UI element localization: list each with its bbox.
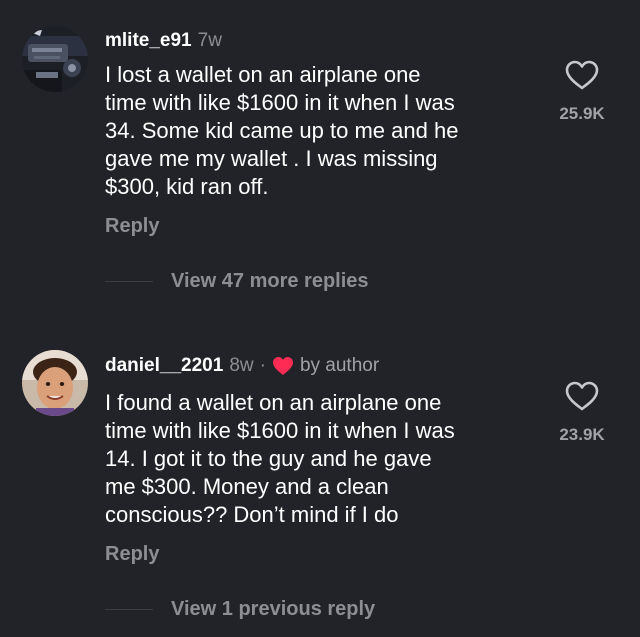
reply-button[interactable]: Reply [105, 543, 159, 566]
comment-text: I found a wallet on an airplane one time… [105, 390, 455, 527]
divider-line [105, 609, 153, 610]
like-count: 23.9K [559, 425, 605, 444]
by-author-label: by author [299, 355, 380, 376]
comment-meta: mlite_e91 7w [105, 30, 222, 52]
divider-line [105, 281, 153, 282]
username[interactable]: daniel__2201 [105, 355, 223, 377]
heart-outline-icon [565, 60, 599, 90]
view-more-replies-button[interactable]: View 47 more replies [105, 270, 369, 293]
heart-outline-icon [565, 381, 599, 411]
like-button[interactable]: 23.9K [550, 381, 614, 445]
like-count: 25.9K [559, 104, 605, 123]
timestamp: 8w [229, 355, 254, 376]
separator-dot: · [259, 355, 266, 376]
view-previous-reply-button[interactable]: View 1 previous reply [105, 598, 375, 621]
view-replies-label: View 1 previous reply [171, 598, 376, 620]
timestamp: 7w [197, 30, 222, 51]
comment-meta: daniel__2201 8w · by author [105, 355, 379, 377]
like-button[interactable]: 25.9K [550, 60, 614, 124]
view-replies-label: View 47 more replies [171, 270, 369, 292]
comment-text: I lost a wallet on an airplane one time … [105, 62, 459, 199]
username[interactable]: mlite_e91 [105, 30, 192, 52]
user-avatar[interactable] [22, 26, 88, 92]
reply-button[interactable]: Reply [105, 215, 159, 238]
user-avatar[interactable] [22, 350, 88, 416]
red-heart-icon [272, 357, 293, 375]
